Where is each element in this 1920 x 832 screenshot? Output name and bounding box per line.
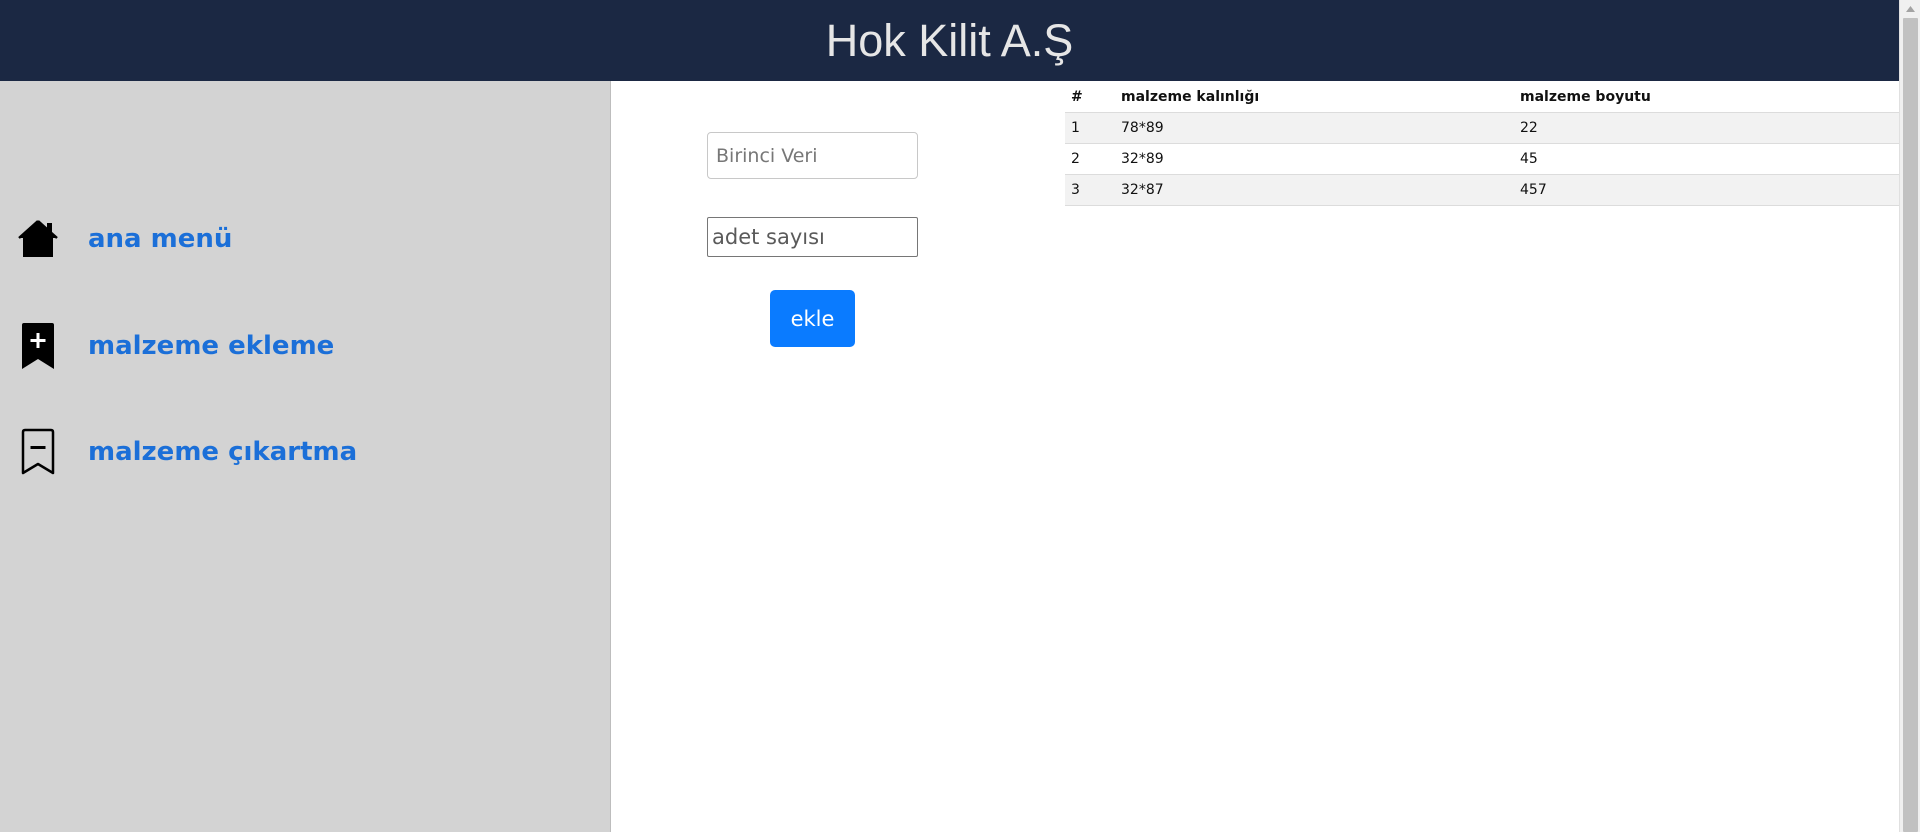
bookmark-plus-icon [14,320,62,372]
sidebar-item-label: ana menü [88,224,233,254]
materials-table: # malzeme kalınlığı malzeme boyutu 1 78*… [1065,82,1899,206]
table-cell: 457 [1514,174,1899,206]
vertical-scrollbar[interactable] [1899,0,1920,832]
sidebar-item-ana-menu[interactable]: ana menü [14,209,232,269]
sidebar-item-label: malzeme ekleme [88,331,335,361]
table-cell: 45 [1514,143,1899,175]
table-cell: 22 [1514,112,1899,144]
column-header-size: malzeme boyutu [1514,82,1899,113]
scroll-up-arrow-icon[interactable] [1900,0,1920,17]
table-cell: 78*89 [1115,112,1514,144]
table-row: 3 32*87 457 [1065,174,1899,206]
table-cell: 3 [1065,174,1115,206]
column-header-index: # [1065,82,1115,113]
table-cell: 32*87 [1115,174,1514,206]
sidebar-item-malzeme-ekleme[interactable]: malzeme ekleme [14,316,334,376]
scrollbar-thumb[interactable] [1903,18,1918,832]
table-cell: 32*89 [1115,143,1514,175]
table-cell: 1 [1065,112,1115,144]
table-row: 2 32*89 45 [1065,143,1899,175]
bookmark-dash-icon [14,426,62,478]
birinci-veri-input[interactable] [707,132,918,179]
column-header-thickness: malzeme kalınlığı [1115,82,1514,113]
table-header-row: # malzeme kalınlığı malzeme boyutu [1065,82,1899,113]
app-header: Hok Kilit A.Ş [0,0,1899,82]
page-title: Hok Kilit A.Ş [825,14,1074,66]
house-icon [14,213,62,265]
sidebar: ana menü malzeme ekleme malzeme çıkartma [0,81,611,832]
sidebar-item-malzeme-cikartma[interactable]: malzeme çıkartma [14,422,357,482]
table-row: 1 78*89 22 [1065,112,1899,144]
sidebar-item-label: malzeme çıkartma [88,437,358,467]
table-cell: 2 [1065,143,1115,175]
adet-sayisi-input[interactable] [707,217,918,257]
ekle-button[interactable]: ekle [770,290,855,347]
